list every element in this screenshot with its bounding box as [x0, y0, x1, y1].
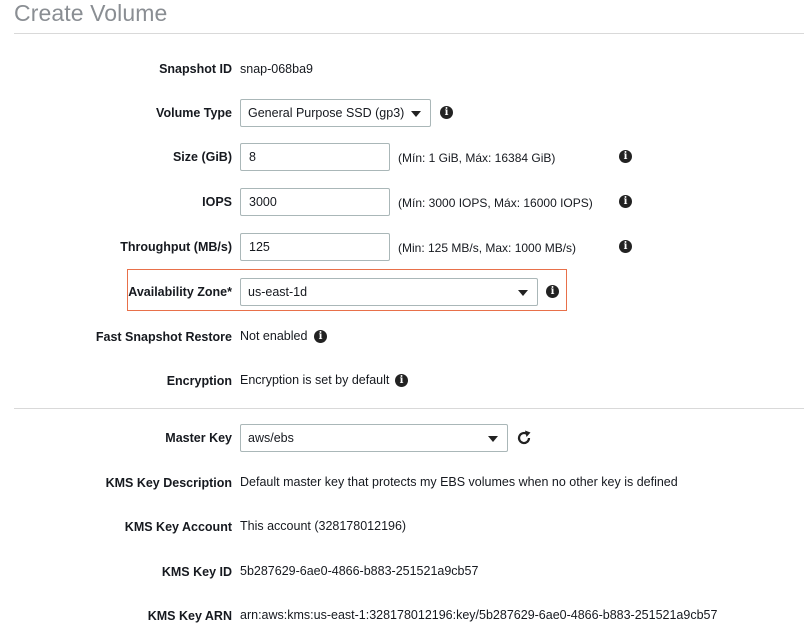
kms-key-account-value: This account (328178012196)	[240, 519, 407, 533]
volume-type-label: Volume Type	[156, 106, 232, 120]
refresh-icon[interactable]	[515, 429, 533, 447]
iops-label: IOPS	[202, 195, 232, 209]
fast-snapshot-restore-value: Not enabled	[240, 329, 308, 343]
master-key-label: Master Key	[165, 431, 232, 445]
fast-snapshot-restore-label: Fast Snapshot Restore	[95, 330, 232, 344]
master-key-selected: aws/ebs	[248, 431, 294, 445]
snapshot-id-label: Snapshot ID	[159, 62, 232, 76]
kms-key-id-value: 5b287629-6ae0-4866-b883-251521a9cb57	[240, 564, 479, 578]
info-icon[interactable]: i	[440, 106, 453, 119]
kms-key-description-value: Default master key that protects my EBS …	[240, 475, 678, 489]
throughput-hint: (Min: 125 MB/s, Max: 1000 MB/s)	[398, 241, 577, 255]
info-icon[interactable]: i	[619, 195, 632, 208]
availability-zone-selected: us-east-1d	[248, 285, 308, 299]
availability-zone-label: Availability Zone*	[128, 285, 232, 299]
chevron-down-icon	[411, 111, 421, 117]
size-hint: (Mín: 1 GiB, Máx: 16384 GiB)	[398, 151, 556, 165]
kms-key-arn-value: arn:aws:kms:us-east-1:328178012196:key/5…	[240, 608, 718, 622]
info-icon[interactable]: i	[619, 240, 632, 253]
kms-key-account-label: KMS Key Account	[124, 520, 232, 534]
kms-key-id-label: KMS Key ID	[161, 565, 232, 579]
size-input[interactable]	[240, 143, 390, 171]
throughput-label: Throughput (MB/s)	[120, 240, 232, 254]
page-title: Create Volume	[14, 0, 168, 26]
chevron-down-icon	[488, 436, 498, 442]
chevron-down-icon	[518, 290, 528, 296]
volume-type-selected: General Purpose SSD (gp3)	[248, 106, 405, 120]
kms-key-description-label: KMS Key Description	[105, 476, 232, 490]
iops-input[interactable]	[240, 188, 390, 216]
volume-type-select[interactable]: General Purpose SSD (gp3)	[240, 99, 431, 127]
info-icon[interactable]: i	[395, 374, 408, 387]
divider	[14, 408, 804, 409]
snapshot-id-value: snap-068ba9	[240, 62, 313, 76]
info-icon[interactable]: i	[619, 150, 632, 163]
iops-hint: (Mín: 3000 IOPS, Máx: 16000 IOPS)	[398, 196, 593, 210]
master-key-select[interactable]: aws/ebs	[240, 424, 508, 452]
divider	[14, 33, 804, 34]
encryption-label: Encryption	[166, 374, 232, 388]
availability-zone-select[interactable]: us-east-1d	[240, 278, 538, 306]
info-icon[interactable]: i	[314, 330, 327, 343]
kms-key-arn-label: KMS Key ARN	[147, 609, 232, 623]
info-icon[interactable]: i	[546, 285, 559, 298]
encryption-value: Encryption is set by default	[240, 373, 390, 387]
size-label: Size (GiB)	[172, 150, 232, 164]
throughput-input[interactable]	[240, 233, 390, 261]
